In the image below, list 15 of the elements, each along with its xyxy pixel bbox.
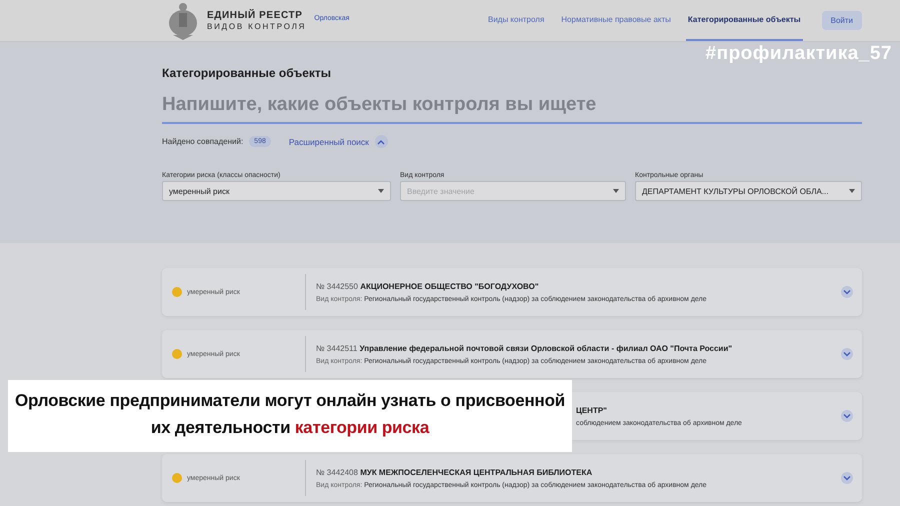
section-title: Категорированные объекты	[162, 66, 332, 80]
object-title: № 3442511 Управление федеральной почтовой связи Орловской области - филиал ОАО "Почта России"	[316, 344, 734, 352]
filter-dropdown[interactable]: умеренный риск	[162, 181, 391, 201]
filter-dropdown[interactable]: ДЕПАРТАМЕНТ КУЛЬТУРЫ ОРЛОВСКОЙ ОБЛА...	[635, 181, 862, 201]
login-button[interactable]: Войти	[822, 11, 862, 30]
object-title: ЦЕНТР"	[576, 406, 608, 414]
found-label: Найдено совпадений:	[162, 137, 244, 146]
logo-subtitle: ВИДОВ КОНТРОЛЯ	[207, 22, 306, 31]
nav-tab[interactable]: Виды контроля	[486, 0, 546, 41]
nav-tab[interactable]: Нормативные правовые акты	[559, 0, 673, 41]
logo-title: ЕДИНЫЙ РЕЕСТР	[207, 10, 304, 21]
advanced-search-link[interactable]: Расширенный поиск	[288, 136, 369, 146]
object-title: № 3442550 АКЦИОНЕРНОЕ ОБЩЕСТВО "БОГОДУХОВО"	[316, 282, 540, 290]
object-title: № 3442408 МУК МЕЖПОСЕЛЕНЧЕСКАЯ ЦЕНТРАЛЬНАЯ БИБЛИОТЕКА	[316, 468, 594, 476]
news-caption-overlay: Орловские предприниматели могут онлайн узнать о присвоенной их деятельности категории риска	[8, 380, 572, 452]
